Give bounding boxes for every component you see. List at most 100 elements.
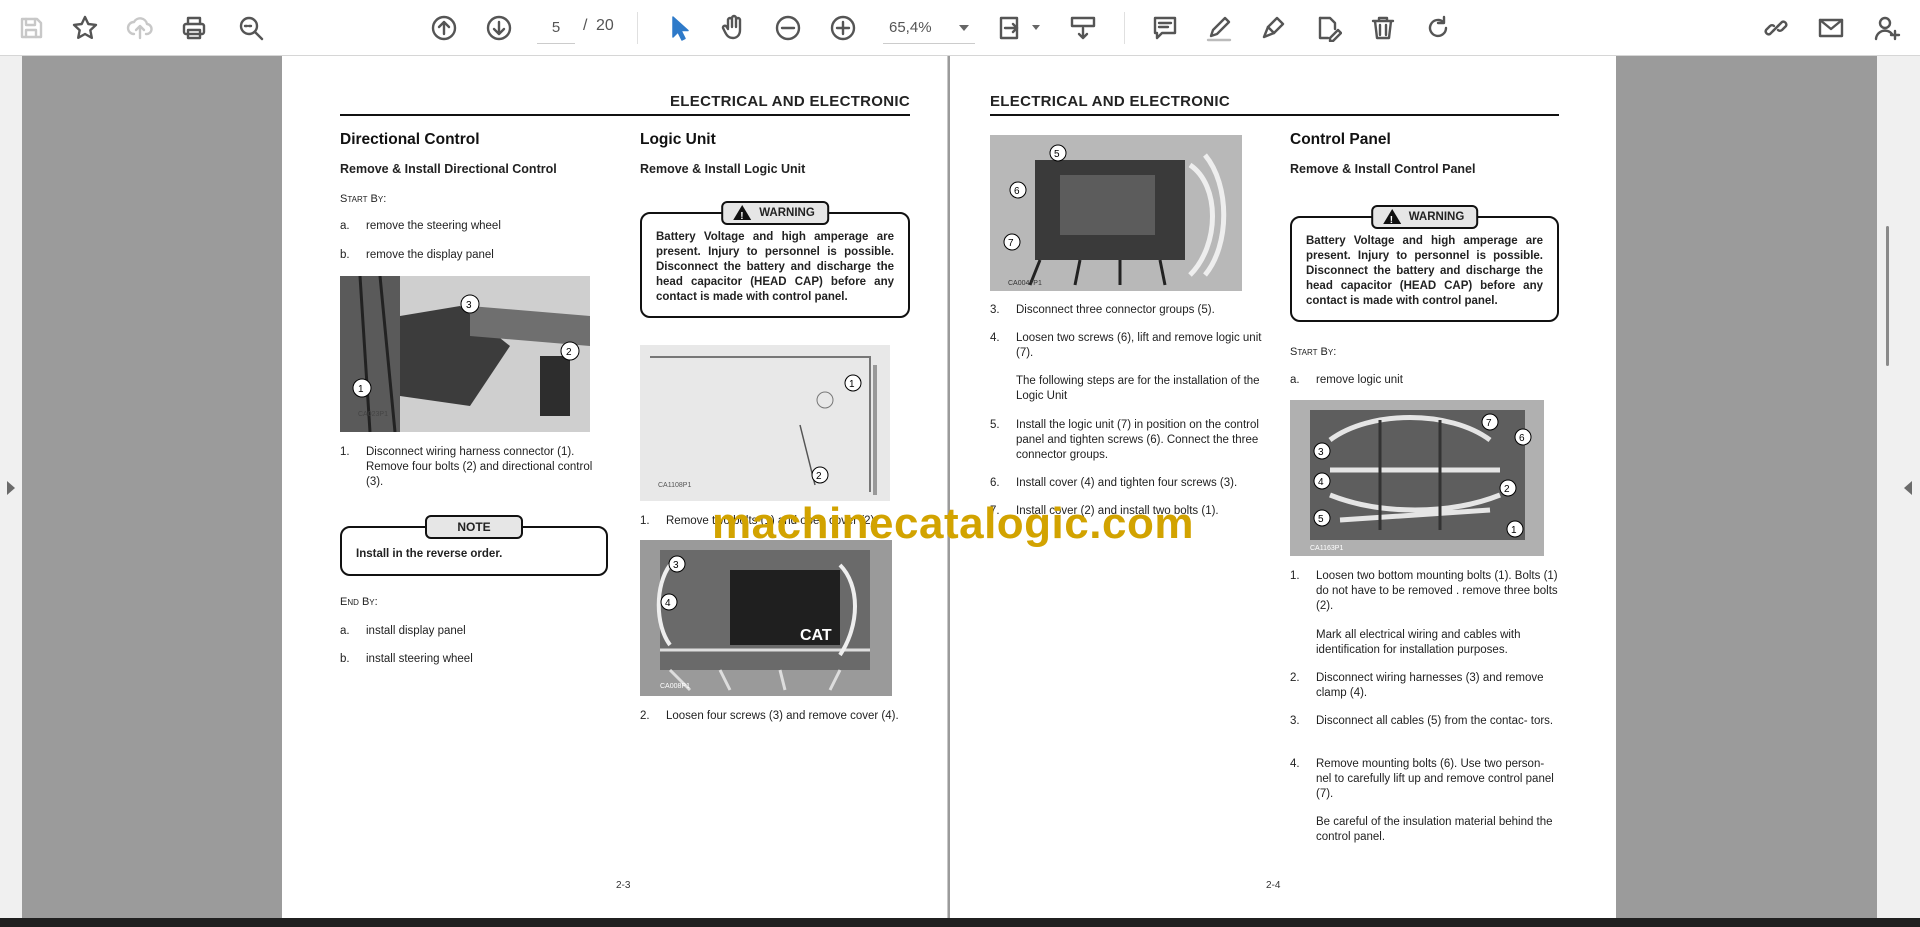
upload-icon[interactable] — [123, 11, 157, 45]
callout-4: 4 — [665, 598, 671, 609]
chevron-down-icon — [959, 24, 969, 31]
photo-caption: CA1163P1 — [1310, 545, 1343, 552]
pdf-page-left: ELECTRICAL AND ELECTRONIC Directional Co… — [282, 56, 948, 918]
callout-6: 6 — [1014, 186, 1020, 197]
expand-left-panel-icon[interactable] — [7, 481, 15, 495]
note-box: NOTE Install in the reverse order. — [340, 515, 608, 576]
hand-icon[interactable] — [716, 11, 750, 45]
header-rule — [340, 114, 910, 116]
warning-triangle-icon — [733, 205, 752, 227]
list-item: 1. Loosen two bottom mounting bolts (1). … — [1290, 570, 1558, 612]
chevron-down-icon[interactable] — [1032, 25, 1040, 30]
cat-logo: CAT — [800, 627, 832, 644]
list-item: b. install steering wheel — [340, 653, 473, 665]
scroll-mode-icon[interactable] — [1066, 11, 1100, 45]
callout-4: 4 — [1318, 477, 1324, 488]
callout-1: 1 — [358, 384, 364, 395]
page-number-input[interactable] — [537, 12, 575, 44]
toolbar-divider — [1124, 12, 1125, 44]
photo-logic-unit: 5 6 7 CA0047P1 — [990, 135, 1242, 291]
photo-caption: CA0047P1 — [1008, 280, 1042, 287]
list-item: 6. Install cover (4) and tighten four scr… — [990, 477, 1238, 489]
section-title: Control Panel — [1290, 131, 1391, 148]
list-item: a. remove the steering wheel — [340, 220, 501, 232]
warning-text: Battery Voltage and high amperage are pr… — [1306, 235, 1543, 307]
expand-right-panel-icon[interactable] — [1904, 481, 1912, 495]
photo-logic-unit-board: CAT 3 4 CA008P1 — [640, 540, 892, 696]
page-header: ELECTRICAL AND ELECTRONIC — [990, 93, 1230, 110]
page-separator: / — [583, 17, 588, 34]
list-item: 5. Install the logic unit (7) in position… — [990, 419, 1259, 461]
zoom-select[interactable]: 65,4% — [883, 12, 975, 44]
fit-page-icon[interactable] — [994, 11, 1028, 45]
list-item: 4. Loosen two screws (6), lift and remove… — [990, 332, 1262, 359]
print-icon[interactable] — [177, 11, 211, 45]
rotate-icon[interactable] — [1421, 11, 1455, 45]
toolbar-divider — [637, 12, 638, 44]
zoom-value: 65,4% — [889, 19, 932, 36]
warning-label: WARNING — [1370, 205, 1479, 231]
callout-1: 1 — [1511, 525, 1517, 536]
comment-icon[interactable] — [1148, 11, 1182, 45]
list-item: a. install display panel — [340, 625, 466, 637]
select-cursor-icon[interactable] — [662, 11, 696, 45]
warning-label: WARNING — [721, 201, 829, 227]
list-item: 4. Remove mounting bolts (6). Use two per… — [1290, 758, 1554, 800]
watermark: machinecatalogic.com — [712, 499, 1194, 548]
scrollbar[interactable] — [1886, 226, 1889, 366]
right-side-panel[interactable] — [1877, 56, 1920, 918]
document-viewer[interactable]: ELECTRICAL AND ELECTRONIC Directional Co… — [0, 56, 1920, 918]
highlight-pen-icon[interactable] — [1202, 11, 1236, 45]
page-number: 2-3 — [616, 880, 631, 891]
section-subtitle: Remove & Install Control Panel — [1290, 162, 1476, 176]
section-subtitle: Remove & Install Logic Unit — [640, 162, 806, 176]
callout-5: 5 — [1318, 514, 1324, 525]
attach-edit-icon[interactable] — [1311, 11, 1345, 45]
callout-3: 3 — [1318, 447, 1324, 458]
callout-2: 2 — [566, 347, 572, 358]
end-by-label: End By: — [340, 596, 378, 608]
star-icon[interactable] — [68, 11, 102, 45]
list-item: 3. Disconnect three connector groups (5). — [990, 304, 1215, 316]
find-zoom-icon[interactable] — [234, 11, 268, 45]
list-item: 2. Loosen four screws (3) and remove cove… — [640, 710, 899, 722]
callout-3: 3 — [673, 560, 679, 571]
list-item: 2. Disconnect wiring harnesses (3) and re… — [1290, 672, 1544, 699]
taskbar-strip — [0, 918, 1920, 927]
list-item: 1. Disconnect wiring harness connector (1… — [340, 446, 593, 488]
sign-icon[interactable] — [1257, 11, 1291, 45]
add-user-icon[interactable] — [1870, 11, 1904, 45]
note-text: Install in the reverse order. — [356, 548, 503, 560]
list-item: The following steps are for the installa… — [1016, 375, 1260, 402]
page-total: 20 — [596, 17, 614, 34]
zoom-out-icon[interactable] — [771, 11, 805, 45]
zoom-in-icon[interactable] — [826, 11, 860, 45]
list-item: 3. Disconnect all cables (5) from the con… — [1290, 715, 1554, 727]
photo-caption: CA023P1 — [358, 411, 388, 418]
warning-text: Battery Voltage and high amperage are pr… — [656, 231, 894, 303]
list-item: Mark all electrical wiring and cables wi… — [1316, 629, 1521, 656]
callout-7: 7 — [1008, 238, 1014, 249]
photo-directional-control: 3 2 1 CA023P1 — [340, 276, 590, 432]
warning-box: WARNING Battery Voltage and high amperag… — [1290, 205, 1559, 322]
list-item: Be careful of the insulation material be… — [1316, 816, 1553, 843]
email-icon[interactable] — [1814, 11, 1848, 45]
section-subtitle: Remove & Install Directional Control — [340, 162, 557, 176]
start-by-label: Start By: — [340, 193, 387, 205]
note-label: NOTE — [425, 515, 523, 539]
section-title: Directional Control — [340, 131, 480, 148]
list-item: a. remove logic unit — [1290, 374, 1403, 386]
callout-2: 2 — [816, 471, 822, 482]
previous-page-icon[interactable] — [427, 11, 461, 45]
pdf-page-right: ELECTRICAL AND ELECTRONIC 5 6 7 CA0047P1… — [950, 56, 1616, 918]
callout-7: 7 — [1486, 418, 1492, 429]
callout-5: 5 — [1054, 149, 1060, 160]
callout-1: 1 — [849, 379, 855, 390]
delete-icon[interactable] — [1366, 11, 1400, 45]
photo-control-panel: 7 6 3 4 2 5 1 CA1163P1 — [1290, 400, 1544, 556]
photo-logic-unit-cover: 1 2 CA1108P1 — [640, 345, 890, 501]
share-link-icon[interactable] — [1759, 11, 1793, 45]
save-icon[interactable] — [14, 11, 48, 45]
warning-box: WARNING Battery Voltage and high amperag… — [640, 201, 910, 318]
next-page-icon[interactable] — [482, 11, 516, 45]
